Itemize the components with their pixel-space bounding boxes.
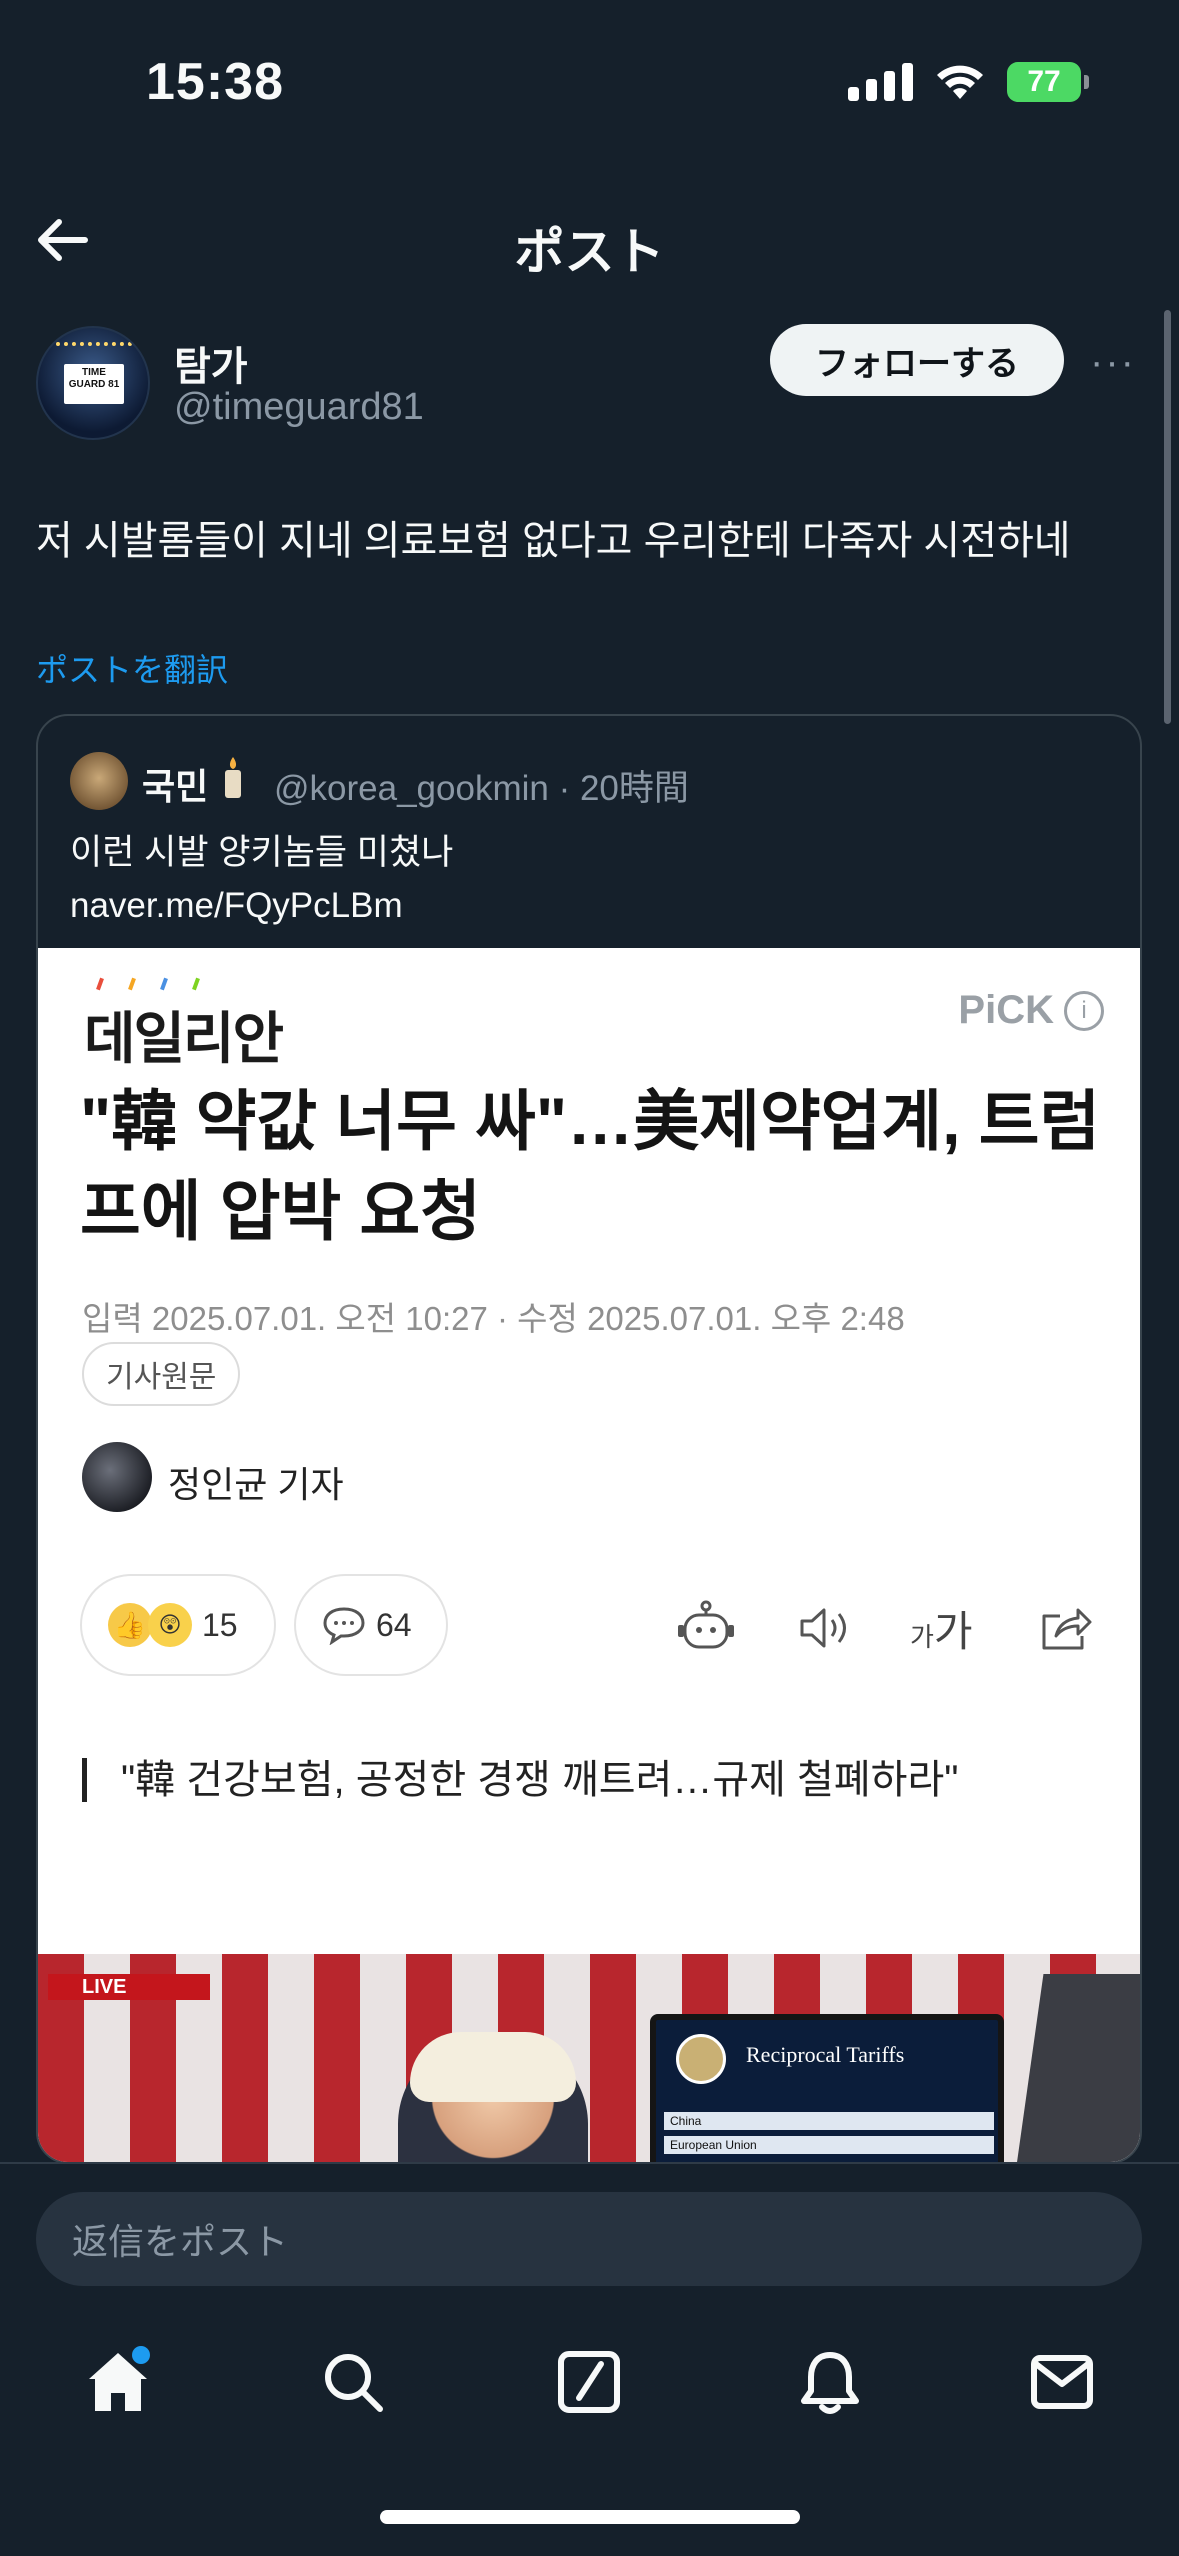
tab-home[interactable] xyxy=(78,2342,158,2422)
candle-icon xyxy=(225,757,241,798)
wifi-icon xyxy=(937,65,983,99)
author-handle[interactable]: @timeguard81 xyxy=(174,386,424,429)
tab-messages[interactable] xyxy=(1022,2342,1102,2422)
quoted-avatar xyxy=(70,752,128,810)
tab-search[interactable] xyxy=(313,2342,393,2422)
reaction-pill: 👍 😲 15 xyxy=(80,1574,276,1676)
scrollbar[interactable] xyxy=(1164,310,1171,724)
page-title: ポスト xyxy=(514,224,665,280)
reporter-avatar xyxy=(82,1442,152,1512)
quoted-handle-time: @korea_gookmin · 20時間 xyxy=(274,769,689,808)
like-count: 15 xyxy=(202,1606,238,1643)
comment-icon xyxy=(323,1607,365,1645)
reporter-name: 정인균 기자 xyxy=(168,1464,344,1505)
quoted-post-card[interactable]: 국민 @korea_gookmin · 20時間 이런 시발 양키놈들 미쳤나 … xyxy=(36,714,1142,2164)
avatar[interactable]: TIME GUARD 81 xyxy=(36,326,150,440)
publisher-logo-mark xyxy=(96,977,200,991)
post-text: 저 시발롬들이 지네 의료보험 없다고 우리한테 다죽자 시전하네 xyxy=(36,519,1071,563)
article-photo: LIVE Reciprocal Tariffs China European U… xyxy=(38,1954,1140,2162)
robot-icon xyxy=(674,1596,738,1660)
search-icon xyxy=(325,2354,383,2412)
bottom-bar: 返信をポスト xyxy=(0,2162,1179,2556)
presidential-seal-icon xyxy=(676,2034,726,2084)
tariff-board-title: Reciprocal Tariffs xyxy=(746,2042,905,2067)
reply-input[interactable]: 返信をポスト xyxy=(36,2192,1142,2286)
translate-post-link[interactable]: ポストを翻訳 xyxy=(36,645,228,691)
live-badge: LIVE xyxy=(48,1974,210,2000)
publisher-logo: 데일리안 xyxy=(84,1007,284,1070)
tab-grok[interactable] xyxy=(549,2342,629,2422)
more-options-icon[interactable]: ··· xyxy=(1090,340,1136,385)
tariff-row: European Union xyxy=(664,2136,994,2154)
mail-icon xyxy=(1031,2355,1093,2409)
notification-dot xyxy=(132,2346,150,2364)
quoted-text: 이런 시발 양키놈들 미쳤나 naver.me/FQyPcLBm xyxy=(70,833,454,925)
surprised-face-icon: 😲 xyxy=(148,1603,192,1647)
photo-background-shape xyxy=(1012,1974,1140,2162)
article-dates: 입력 2025.07.01. 오전 10:27 · 수정 2025.07.01.… xyxy=(82,1300,905,1337)
quoted-display-name: 국민 xyxy=(142,766,209,807)
grok-icon xyxy=(558,2351,620,2413)
battery-level: 77 xyxy=(1027,65,1061,98)
tab-notifications[interactable] xyxy=(790,2342,870,2422)
bell-icon xyxy=(801,2352,859,2414)
speaker-icon xyxy=(794,1596,858,1660)
source-tag: 기사원문 xyxy=(82,1342,241,1406)
comment-count: 64 xyxy=(376,1606,412,1643)
speaker-hair xyxy=(410,2032,576,2102)
article-preview-image[interactable]: 데일리안 PiCK i "韓 약값 너무 싸"…美제약업계, 트럼프에 압박 요… xyxy=(38,948,1140,2162)
avatar-sign-text: TIME GUARD 81 xyxy=(64,364,124,404)
tariff-row: China xyxy=(664,2112,994,2130)
pick-label: PiCK xyxy=(958,988,1054,1032)
article-subheadline: "韓 건강보험, 공정한 경쟁 깨트려…규제 철폐하라" xyxy=(82,1758,958,1802)
thumbs-up-icon: 👍 xyxy=(108,1603,152,1647)
follow-button[interactable]: フォローする xyxy=(770,324,1064,396)
status-icons: 77 xyxy=(848,62,1089,102)
article-headline: "韓 약값 너무 싸"…美제약업계, 트럼프에 압박 요청 xyxy=(80,1084,1101,1248)
share-icon xyxy=(1034,1596,1098,1660)
pick-badge: PiCK i xyxy=(958,988,1104,1033)
battery-icon: 77 xyxy=(1007,62,1089,102)
font-size-small: 가 xyxy=(910,1622,934,1652)
font-size-large: 가 xyxy=(933,1608,973,1655)
status-time: 15:38 xyxy=(146,53,284,111)
info-icon: i xyxy=(1064,990,1104,1031)
cellular-signal-icon xyxy=(848,63,913,101)
tariff-board: Reciprocal Tariffs China European Union xyxy=(650,2014,1004,2162)
comment-pill: 64 xyxy=(294,1574,448,1676)
avatar-decoration xyxy=(48,342,140,354)
font-size-button: 가가 xyxy=(910,1598,973,1659)
author-display-name[interactable]: 탐가 xyxy=(174,334,248,392)
home-indicator[interactable] xyxy=(380,2510,800,2524)
